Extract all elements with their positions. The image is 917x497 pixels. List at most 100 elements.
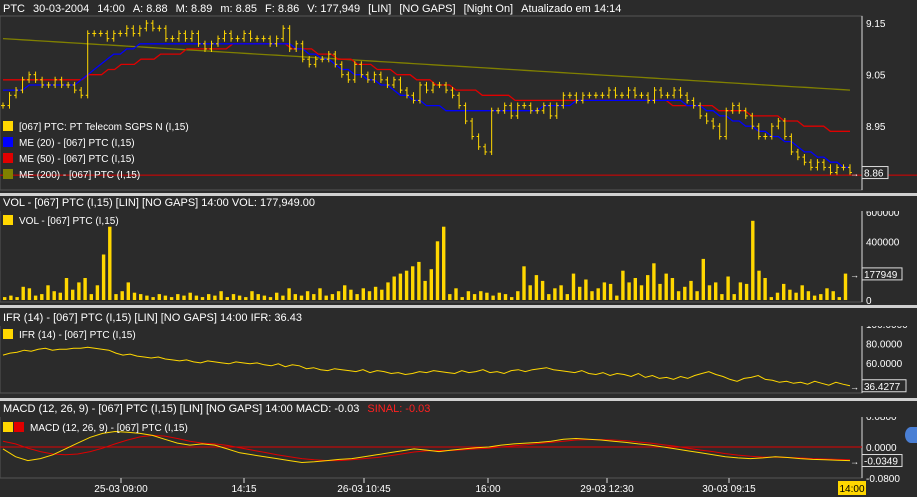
macd-header: MACD (12, 26, 9) - [067] PTC (I,15) [LIN… xyxy=(0,402,917,417)
volume-bar xyxy=(200,297,205,300)
legend-label: IFR (14) - [067] PTC (I,15) xyxy=(19,330,136,341)
volume-bar xyxy=(800,285,804,300)
volume-bar xyxy=(367,291,372,300)
volume-bar xyxy=(639,285,644,300)
scroll-handle[interactable] xyxy=(905,427,917,443)
volume-bar xyxy=(621,270,625,300)
legend-item-ptc[interactable]: [067] PTC: PT Telecom SGPS N (I,15) xyxy=(3,120,189,136)
volume-bar xyxy=(670,278,675,300)
volume-bar xyxy=(305,291,310,300)
volume-bar xyxy=(83,278,87,300)
volume-bar xyxy=(652,263,656,300)
volume-bar xyxy=(794,292,798,300)
volume-bar xyxy=(689,280,693,300)
legend-swatch xyxy=(3,169,13,179)
volume-bar xyxy=(145,295,149,300)
volume-bar xyxy=(244,297,248,300)
volume-bar xyxy=(695,291,699,300)
volume-bar xyxy=(658,283,662,300)
volume-bar xyxy=(21,286,25,300)
volume-bar xyxy=(411,266,415,300)
volume-bar xyxy=(120,291,124,300)
legend-item-me20[interactable]: ME (20) - [067] PTC (I,15) xyxy=(3,136,189,152)
macd-legend[interactable]: MACD (12, 26, 9) - [067] PTC (I,15) xyxy=(3,421,188,437)
legend-item-me200[interactable]: ME (200) - [067] PTC (I,15) xyxy=(3,168,189,184)
x-axis-label: 26-03 10:45 xyxy=(337,484,391,495)
volume-bar xyxy=(503,294,508,300)
ifr-legend[interactable]: IFR (14) - [067] PTC (I,15) xyxy=(3,328,136,344)
volume-bar xyxy=(330,294,335,300)
volume-bar xyxy=(683,286,687,300)
vol-legend[interactable]: VOL - [067] PTC (I,15) xyxy=(3,214,119,230)
volume-bar xyxy=(744,283,749,300)
volume-bar xyxy=(738,282,743,300)
volume-bar xyxy=(52,291,56,300)
volume-bar xyxy=(275,292,279,300)
volume-bar xyxy=(64,278,69,300)
legend-swatch xyxy=(3,137,13,147)
volume-bar xyxy=(788,289,792,300)
volume-bar xyxy=(417,261,421,300)
volume-bar xyxy=(324,295,328,300)
ifr-last-label: 36.4277 xyxy=(864,382,901,393)
volume-bar xyxy=(343,285,347,300)
volume-bar xyxy=(27,288,32,300)
legend-label: ME (20) - [067] PTC (I,15) xyxy=(19,138,135,149)
volume-bar xyxy=(825,288,829,300)
volume-bar xyxy=(460,297,464,300)
volume-bar xyxy=(101,254,106,300)
volume-bar xyxy=(386,282,390,300)
volume-bar xyxy=(479,291,483,300)
volume-bar xyxy=(714,282,718,300)
volume-bar xyxy=(95,285,100,300)
volume-bar xyxy=(837,297,841,300)
legend-label: VOL - [067] PTC (I,15) xyxy=(19,216,119,227)
volume-bar xyxy=(126,282,130,300)
macd-last-label: -0.0349 xyxy=(864,457,898,468)
volume-bar xyxy=(510,297,514,300)
volume-bar xyxy=(207,294,211,300)
volume-bar xyxy=(522,266,526,300)
price-last-label: 8.86 xyxy=(864,169,884,180)
volume-bar xyxy=(608,283,613,300)
volume-bar xyxy=(540,280,545,300)
x-axis-current-label: 14:00 xyxy=(839,484,864,495)
volume-bar xyxy=(58,292,62,300)
volume-bar xyxy=(676,291,681,300)
volume-bar xyxy=(701,258,705,300)
legend-item-me50[interactable]: ME (50) - [067] PTC (I,15) xyxy=(3,152,189,168)
legend-swatch xyxy=(3,329,13,339)
volume-bar xyxy=(547,294,551,300)
volume-bar xyxy=(534,275,539,300)
vol-header: VOL - [067] PTC (I,15) [LIN] [NO GAPS] 1… xyxy=(0,196,917,211)
volume-bar xyxy=(732,294,736,300)
x-axis-label: 29-03 12:30 xyxy=(580,484,634,495)
volume-bar xyxy=(843,273,848,300)
price-legend: [067] PTC: PT Telecom SGPS N (I,15) ME (… xyxy=(3,120,189,184)
volume-bar xyxy=(336,291,341,300)
volume-bar xyxy=(429,269,433,300)
legend-swatch xyxy=(3,121,13,131)
volume-bar xyxy=(646,275,650,300)
price-y-tick: 8.95 xyxy=(866,122,886,133)
volume-bar xyxy=(806,291,811,300)
volume-bar xyxy=(182,295,186,300)
legend-label: MACD (12, 26, 9) - [067] PTC (I,15) xyxy=(30,423,188,434)
volume-bar xyxy=(373,286,378,300)
volume-bar xyxy=(435,241,440,300)
volume-bar xyxy=(256,294,260,300)
volume-bar xyxy=(615,295,619,300)
ifr-y-tick: 80.0000 xyxy=(866,339,903,350)
volume-bar xyxy=(454,288,458,300)
volume-bar xyxy=(472,294,477,300)
volume-arrow: → xyxy=(850,270,859,280)
volume-bar xyxy=(225,297,229,300)
volume-bar xyxy=(596,288,600,300)
volume-bar xyxy=(782,283,786,300)
volume-y-tick: 400000 xyxy=(866,237,900,248)
volume-last-label: 177949 xyxy=(864,270,898,281)
volume-bar xyxy=(812,295,817,300)
volume-bar xyxy=(819,294,823,300)
volume-bar xyxy=(318,288,322,300)
volume-bar xyxy=(219,291,223,300)
